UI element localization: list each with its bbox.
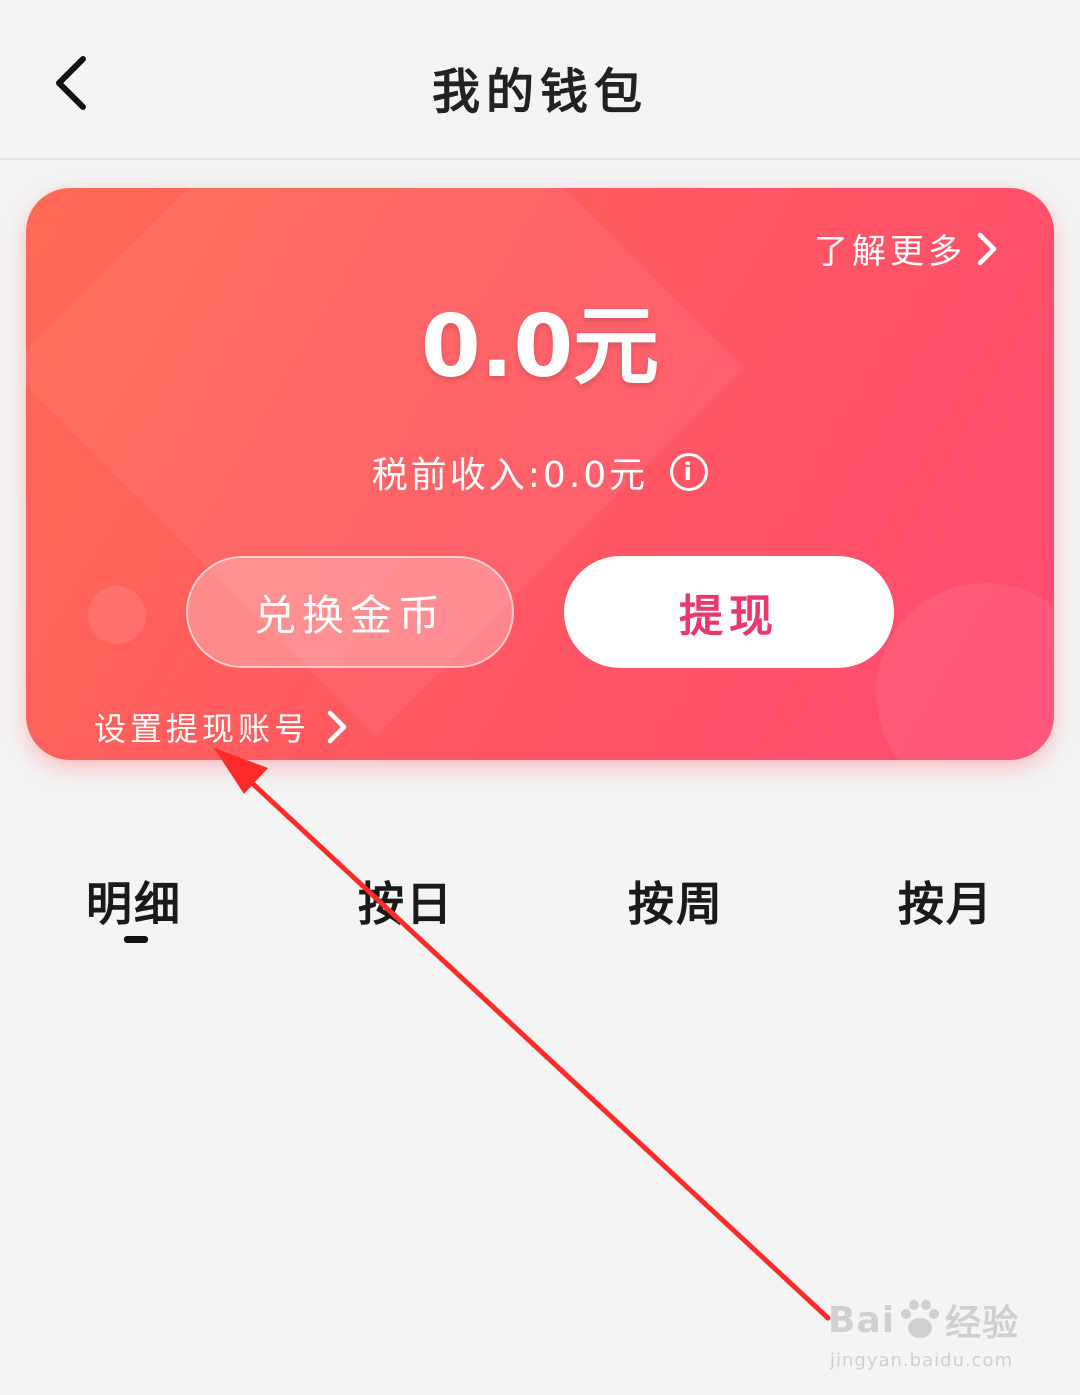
card-decoration (88, 586, 146, 644)
chevron-right-icon (977, 232, 997, 265)
watermark-brand-left: Bai (828, 1299, 896, 1341)
pretax-income-label: 税前收入:0.0元 (371, 455, 649, 496)
wallet-card: 了解更多 0.0元 税前收入:0.0元 i 兑换金币 提现 设置提现账号 (26, 188, 1054, 760)
baidu-jingyan-watermark: Bai 经验 jingyan.baidu.com (828, 1290, 1038, 1380)
set-withdraw-account-label: 设置提现账号 (94, 710, 311, 748)
exchange-coins-button[interactable]: 兑换金币 (186, 556, 514, 668)
learn-more-link[interactable]: 了解更多 (814, 224, 998, 273)
card-decoration (876, 583, 1054, 760)
tab-by-month[interactable]: 按月 (898, 868, 994, 934)
page-title: 我的钱包 (431, 64, 648, 120)
balance-amount: 0.0元 (420, 297, 660, 397)
info-icon[interactable]: i (670, 453, 709, 491)
watermark-url: jingyan.baidu.com (830, 1350, 1014, 1371)
active-tab-indicator (124, 936, 148, 943)
set-withdraw-account-link[interactable]: 设置提现账号 (94, 704, 348, 750)
learn-more-label: 了解更多 (814, 232, 966, 272)
top-nav-bar: 我的钱包 (0, 0, 1080, 160)
period-tabs: 明细 按日 按周 按月 (0, 868, 1080, 958)
pretax-income: 税前收入:0.0元 i (26, 446, 1054, 498)
paw-icon (901, 1300, 940, 1338)
chevron-right-icon (327, 710, 347, 744)
tab-details[interactable]: 明细 (86, 868, 182, 934)
tab-by-day[interactable]: 按日 (358, 868, 454, 934)
watermark-logo: Bai 经验 (828, 1294, 1019, 1346)
watermark-brand-right: 经验 (945, 1303, 1020, 1344)
withdraw-button[interactable]: 提现 (564, 556, 894, 668)
tab-by-week[interactable]: 按周 (628, 868, 724, 934)
